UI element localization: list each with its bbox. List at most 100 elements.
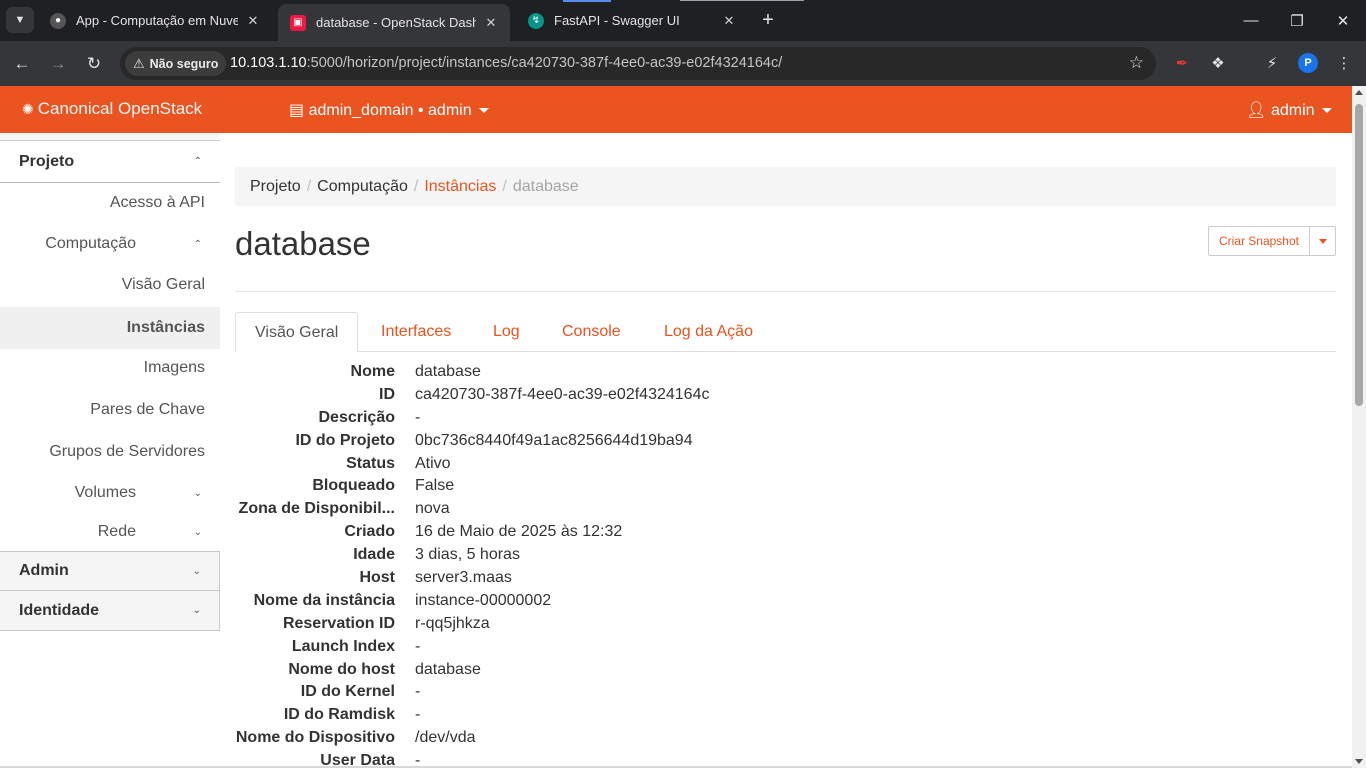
- sidebar-section-identidade[interactable]: Identidade ⌄: [0, 591, 220, 631]
- sidebar-item-label: Computação: [45, 235, 136, 252]
- context-label: admin_domain • admin: [308, 102, 472, 119]
- performance-icon[interactable]: ⚡: [1260, 51, 1284, 75]
- tab-log[interactable]: Log: [493, 312, 520, 352]
- browser-tab-openstack[interactable]: ▣ database - OpenStack Dashboard ✕: [278, 4, 510, 41]
- project-context-dropdown[interactable]: ▤ admin_domain • admin: [289, 100, 490, 120]
- reload-button[interactable]: ↻: [81, 51, 107, 77]
- sidebar-item-label: Pares de Chave: [90, 401, 205, 418]
- site-info-button[interactable]: ⚠ Não seguro: [125, 51, 227, 76]
- detail-row: Nome da instância instance-00000002: [235, 590, 1336, 613]
- sidebar-item-label: Grupos de Servidores: [49, 443, 205, 460]
- browser-tab-bar: ▼ ● App - Computação em Nuvem ✕ ▣ databa…: [0, 0, 1366, 41]
- detail-label: ID do Ramdisk: [283, 706, 395, 724]
- detail-value: r-qq5jhkza: [415, 614, 490, 632]
- detail-row: Nome do host database: [235, 659, 1336, 682]
- sidebar-item-pares-chave[interactable]: Pares de Chave: [0, 391, 220, 429]
- openstack-navbar: ✺ Canonical OpenStack ▤ admin_domain • ad…: [0, 86, 1352, 133]
- actions-dropdown-toggle[interactable]: [1310, 226, 1336, 256]
- server-icon: ▤: [289, 102, 305, 119]
- sidebar-item-imagens[interactable]: Imagens: [0, 349, 220, 387]
- breadcrumb-computacao: Computação: [317, 177, 408, 195]
- detail-value: -: [415, 706, 421, 724]
- pen-extension-icon[interactable]: ✒: [1170, 51, 1194, 75]
- detail-value: 16 de Maio de 2025 às 12:32: [415, 523, 623, 541]
- actions-button-group: Criar Snapshot: [1207, 226, 1336, 256]
- detail-label: Criado: [344, 523, 395, 541]
- chevron-down-icon: [479, 108, 490, 114]
- bookmark-star-icon[interactable]: ☆: [1129, 53, 1144, 73]
- extensions-puzzle-icon[interactable]: ❖: [1206, 51, 1230, 75]
- sidebar-section-projeto[interactable]: Projeto ⌃: [0, 141, 220, 183]
- scroll-up-arrow-icon[interactable]: [1355, 90, 1363, 95]
- tab-console[interactable]: Console: [562, 312, 621, 352]
- user-menu-dropdown[interactable]: 👤︎ admin: [1246, 100, 1332, 120]
- chevron-down-icon: [1322, 108, 1332, 114]
- github-icon: ●: [50, 12, 66, 29]
- forward-button[interactable]: →: [45, 51, 71, 77]
- breadcrumb-projeto: Projeto: [250, 177, 301, 195]
- url-host: 10.103.1.10: [230, 55, 307, 71]
- detail-row: Reservation ID r-qq5jhkza: [235, 613, 1336, 636]
- browser-tab-github[interactable]: ● App - Computação em Nuvem ✕: [38, 4, 272, 37]
- detail-label: Bloqueado: [312, 477, 395, 495]
- create-snapshot-button[interactable]: Criar Snapshot: [1207, 226, 1310, 256]
- close-tab-icon[interactable]: ✕: [244, 13, 262, 29]
- scroll-down-arrow-icon[interactable]: [1355, 759, 1363, 764]
- detail-value: -: [415, 637, 421, 655]
- breadcrumb-instancias-link[interactable]: Instâncias: [424, 178, 496, 196]
- detail-value: Ativo: [415, 454, 451, 472]
- sidebar-item-acesso-api[interactable]: Acesso à API: [0, 184, 220, 222]
- tab-title: App - Computação em Nuvem: [76, 13, 238, 28]
- tab-log-acao[interactable]: Log da Ação: [664, 312, 753, 352]
- detail-label: Reservation ID: [282, 614, 395, 632]
- tab-visao-geral[interactable]: Visão Geral: [235, 312, 359, 353]
- section-label: Projeto: [19, 152, 75, 170]
- browser-menu-icon[interactable]: ⋮: [1332, 51, 1356, 75]
- minimize-button[interactable]: —: [1228, 0, 1274, 41]
- close-window-button[interactable]: ✕: [1320, 0, 1366, 41]
- profile-avatar[interactable]: P: [1298, 53, 1318, 73]
- sidebar-item-grupos-servidores[interactable]: Grupos de Servidores: [0, 433, 220, 471]
- tab-search-button[interactable]: ▼: [6, 7, 34, 33]
- sidebar-item-instancias[interactable]: Instâncias: [0, 307, 220, 349]
- detail-value: database: [415, 660, 481, 678]
- user-icon: 👤︎: [1246, 102, 1267, 119]
- brand-logo[interactable]: ✺ Canonical OpenStack: [22, 99, 202, 119]
- chevron-down-icon: [1318, 238, 1327, 244]
- chevron-up-icon: ⌃: [193, 156, 202, 167]
- tab-label: Console: [562, 323, 621, 340]
- detail-value: 3 dias, 5 horas: [415, 546, 520, 564]
- breadcrumb-separator: /: [413, 177, 419, 195]
- scroll-thumb[interactable]: [1355, 104, 1363, 406]
- chevron-up-icon: ⌃: [193, 238, 202, 250]
- browser-tab-fastapi[interactable]: ↯ FastAPI - Swagger UI ✕: [516, 4, 748, 37]
- sidebar-group-computacao[interactable]: Computação ⌃: [0, 225, 220, 263]
- detail-label: Nome do Dispositivo: [235, 729, 395, 747]
- chevron-down-icon: ⌄: [193, 526, 202, 538]
- close-tab-icon[interactable]: ✕: [482, 15, 500, 31]
- page-scrollbar[interactable]: [1352, 86, 1366, 768]
- detail-label: Status: [346, 454, 395, 472]
- browser-toolbar: ← → ↻ ⚠ Não seguro 10.103.1.10:5000/hori…: [0, 41, 1366, 86]
- new-tab-button[interactable]: +: [756, 8, 780, 32]
- tab-interfaces[interactable]: Interfaces: [381, 312, 451, 352]
- sidebar-item-label: Imagens: [143, 359, 205, 376]
- detail-value: database: [415, 363, 481, 380]
- detail-row: User Data -: [235, 750, 1336, 773]
- tab-label: Log: [493, 323, 520, 340]
- detail-value: -: [415, 408, 421, 426]
- detail-value: -: [415, 752, 421, 770]
- back-button[interactable]: ←: [9, 51, 35, 77]
- detail-value: 0bc736c8440f49a1ac8256644d19ba94: [415, 431, 693, 449]
- restore-button[interactable]: ❐: [1274, 0, 1320, 41]
- tab-label: Log da Ação: [664, 323, 753, 340]
- sidebar-section-admin[interactable]: Admin ⌄: [0, 551, 220, 591]
- sidebar-item-visao-geral[interactable]: Visão Geral: [0, 266, 220, 304]
- warning-icon: ⚠: [133, 55, 145, 71]
- detail-row: Criado 16 de Maio de 2025 às 12:32: [235, 521, 1336, 544]
- url-text[interactable]: 10.103.1.10:5000/horizon/project/instanc…: [230, 55, 782, 71]
- sidebar-group-rede[interactable]: Rede ⌄: [0, 513, 220, 551]
- close-tab-icon[interactable]: ✕: [720, 13, 738, 29]
- sidebar-group-volumes[interactable]: Volumes ⌄: [0, 474, 220, 512]
- address-bar[interactable]: ⚠ Não seguro 10.103.1.10:5000/horizon/pr…: [120, 47, 1156, 80]
